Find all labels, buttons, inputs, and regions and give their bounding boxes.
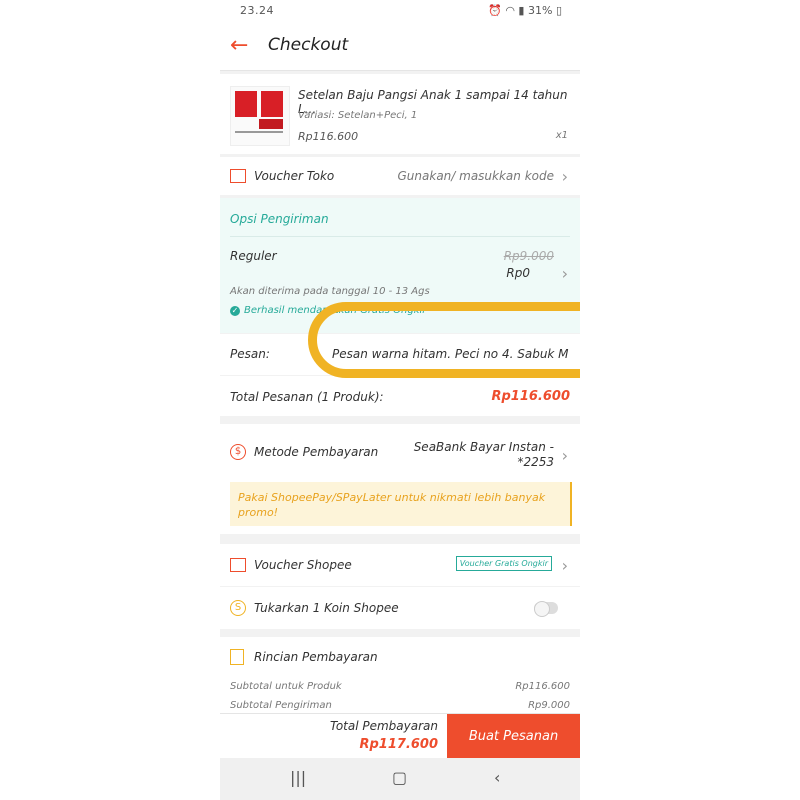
toggle-knob <box>534 601 550 617</box>
app-header: ← Checkout <box>220 24 580 71</box>
product-card[interactable]: Setelan Baju Pangsi Anak 1 sampai 14 tah… <box>220 74 580 154</box>
total-payment-label: Total Pembayaran <box>329 719 438 733</box>
shipping-method: Reguler <box>230 249 277 263</box>
wifi-icon: ◠ <box>505 4 515 17</box>
order-total-value: Rp116.600 <box>491 389 570 404</box>
payment-method-row[interactable]: $ Metode Pembayaran SeaBank Bayar Instan… <box>220 424 580 476</box>
dollar-icon: $ <box>230 444 246 460</box>
payment-details-title: Rincian Pembayaran <box>254 650 378 664</box>
voucher-shopee-row[interactable]: Voucher Shopee Voucher Gratis Ongkir › <box>220 544 580 586</box>
shopee-voucher-icon <box>230 558 246 572</box>
subtotal-product-value: Rp116.600 <box>515 681 570 692</box>
status-icons: ⏰ ◠ ▮ 31% ▯ <box>488 4 562 17</box>
place-order-button[interactable]: Buat Pesanan <box>447 714 580 759</box>
order-total-row: Total Pesanan (1 Produk): Rp116.600 <box>220 376 580 416</box>
payment-section: $ Metode Pembayaran SeaBank Bayar Instan… <box>220 424 580 534</box>
battery-icon: ▯ <box>555 4 562 17</box>
subtotal-shipping-value: Rp9.000 <box>528 700 570 711</box>
chevron-right-icon: › <box>561 446 568 465</box>
subtotal-shipping-label: Subtotal Pengiriman <box>230 700 332 711</box>
voucher-toko-label: Voucher Toko <box>254 169 335 183</box>
coins-label: Tukarkan 1 Koin Shopee <box>254 601 399 615</box>
receipt-icon <box>230 649 244 665</box>
chevron-right-icon: › <box>561 167 568 186</box>
product-variant: Variasi: Setelan+Peci, 1 <box>298 110 418 121</box>
back-arrow-icon[interactable]: ← <box>230 33 248 58</box>
payment-details-section: Rincian Pembayaran Subtotal untuk Produk… <box>220 637 580 713</box>
system-nav-bar: ||| ▢ ‹ <box>220 758 580 800</box>
recent-apps-icon[interactable]: ||| <box>290 768 306 787</box>
battery-level: 31% <box>527 4 553 17</box>
voucher-toko-action: Gunakan/ masukkan kode <box>397 169 555 183</box>
shipping-section-title: Opsi Pengiriman <box>230 212 329 226</box>
promo-banner[interactable]: Pakai ShopeePay/SPayLater untuk nikmati … <box>230 482 572 526</box>
store-voucher-icon <box>230 169 246 183</box>
alarm-icon: ⏰ <box>488 4 502 17</box>
divider <box>230 236 570 237</box>
coins-row: S Tukarkan 1 Koin Shopee <box>220 587 580 629</box>
payment-method-name: SeaBank Bayar Instan - <box>413 440 554 454</box>
product-qty: x1 <box>555 130 568 141</box>
subtotal-product-label: Subtotal untuk Produk <box>230 681 342 692</box>
phone-screen: 23.24 ⏰ ◠ ▮ 31% ▯ ← Checkout Setelan Baj… <box>220 0 580 800</box>
chevron-right-icon: › <box>561 556 568 575</box>
back-icon[interactable]: ‹ <box>494 768 500 787</box>
product-price: Rp116.600 <box>298 130 359 143</box>
message-label: Pesan: <box>230 347 270 361</box>
status-bar: 23.24 ⏰ ◠ ▮ 31% ▯ <box>220 0 580 24</box>
product-thumbnail <box>230 86 290 146</box>
voucher-shopee-label: Voucher Shopee <box>254 558 352 572</box>
shipping-eta: Akan diterima pada tanggal 10 - 13 Ags <box>230 286 430 297</box>
payment-method-account: *2253 <box>517 455 554 469</box>
order-total-label: Total Pesanan (1 Produk): <box>230 390 384 404</box>
shipping-old-price: Rp9.000 <box>503 249 554 263</box>
chevron-right-icon: › <box>561 264 568 283</box>
signal-icon: ▮ <box>518 4 525 17</box>
total-payment-value: Rp117.600 <box>359 737 438 752</box>
home-icon[interactable]: ▢ <box>392 768 407 787</box>
check-circle-icon: ✓ <box>230 306 240 316</box>
shipping-price: Rp0 <box>506 266 530 280</box>
coin-icon: S <box>230 600 246 616</box>
page-title: Checkout <box>268 35 349 55</box>
voucher-toko-row[interactable]: Voucher Toko Gunakan/ masukkan kode › <box>220 157 580 195</box>
coins-toggle[interactable] <box>534 601 558 617</box>
free-shipping-voucher-badge: Voucher Gratis Ongkir <box>455 556 552 571</box>
payment-method-label: Metode Pembayaran <box>254 445 379 459</box>
checkout-bottom-bar: Total Pembayaran Rp117.600 Buat Pesanan <box>220 713 580 759</box>
status-time: 23.24 <box>240 4 274 17</box>
promo-text: Pakai ShopeePay/SPayLater untuk nikmati … <box>238 491 546 519</box>
message-highlight-annotation <box>308 302 580 378</box>
